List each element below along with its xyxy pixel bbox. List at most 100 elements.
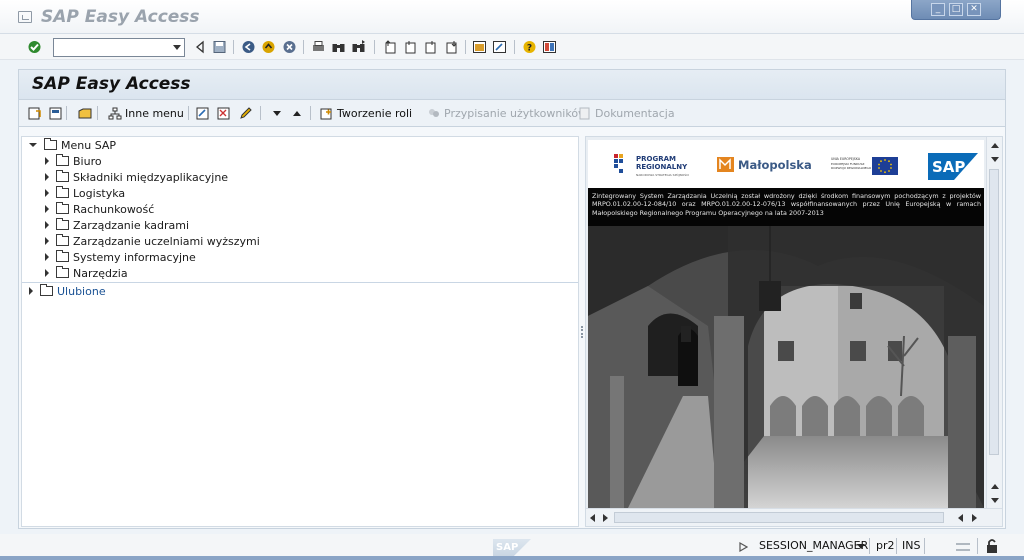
back-nav-icon[interactable] — [241, 40, 256, 54]
expand-icon[interactable] — [45, 269, 49, 277]
play-icon[interactable] — [739, 542, 748, 552]
minimize-button[interactable]: _ — [931, 3, 945, 16]
command-dropdown-icon[interactable] — [173, 45, 181, 50]
logo-strip: PROGRAM REGIONALNY NARODOWA STRATEGIA SP… — [614, 153, 978, 180]
session-dropdown-icon[interactable] — [857, 544, 865, 549]
malopolska-text: Małopolska — [738, 158, 812, 172]
tree-node-university[interactable]: Zarządzanie uczelniami wyższymi — [45, 233, 260, 249]
create-session-icon[interactable] — [472, 40, 487, 54]
previous-page-icon[interactable] — [403, 40, 418, 54]
favorites-button[interactable] — [78, 105, 92, 121]
scroll-down-icon[interactable] — [991, 498, 999, 503]
next-page-icon[interactable] — [423, 40, 438, 54]
first-page-icon[interactable] — [383, 40, 398, 54]
create-role-icon — [320, 108, 332, 119]
main-panel: SAP Easy Access Inne menu Tworzenie roli… — [18, 69, 1006, 529]
input-mode[interactable]: INS — [902, 539, 920, 552]
program-text-1: PROGRAM — [636, 155, 676, 163]
find-icon[interactable] — [331, 40, 346, 54]
tree-node-root[interactable]: Menu SAP — [29, 137, 116, 153]
add-favorite-button[interactable] — [196, 105, 210, 121]
vertical-scrollbar[interactable] — [986, 137, 1002, 508]
maximize-button[interactable]: □ — [949, 3, 963, 16]
delete-favorite-icon — [217, 107, 230, 119]
assign-users-icon — [429, 108, 439, 117]
program-text-2: REGIONALNY — [636, 163, 688, 171]
assign-users-button[interactable]: Przypisanie użytkowników — [427, 105, 587, 121]
folder-icon — [40, 284, 53, 296]
tree-node-biuro[interactable]: Biuro — [45, 153, 102, 169]
move-up-button[interactable] — [290, 105, 304, 121]
user-menu-button[interactable] — [28, 105, 42, 121]
find-next-icon[interactable] — [351, 40, 366, 54]
shortcut-icon[interactable] — [492, 40, 507, 54]
eu-text-1: UNIA EUROPEJSKA — [831, 157, 861, 161]
add-favorite-icon — [196, 107, 209, 119]
window-bottom-edge — [0, 556, 1024, 560]
expand-icon[interactable] — [45, 173, 49, 181]
tree-node-logistics[interactable]: Logistyka — [45, 185, 125, 201]
tree-node-tools[interactable]: Narzędzia — [45, 265, 128, 281]
connection-icon — [956, 543, 970, 551]
page-up-icon[interactable] — [991, 484, 999, 489]
status-bar: SAP SESSION_MANAGER pr2 INS — [0, 534, 1024, 560]
expand-icon[interactable] — [29, 287, 33, 295]
save-icon[interactable] — [212, 40, 227, 54]
lock-icon[interactable] — [985, 538, 999, 554]
expand-icon[interactable] — [45, 221, 49, 229]
system-id: pr2 — [876, 539, 895, 552]
logo-banner: PROGRAM REGIONALNY NARODOWA STRATEGIA SP… — [588, 140, 984, 188]
close-button[interactable]: ✕ — [967, 3, 981, 16]
help-icon[interactable]: ? — [522, 40, 537, 54]
hierarchy-icon — [108, 107, 122, 119]
scroll-left-icon[interactable] — [590, 514, 595, 522]
tree-node-accounting[interactable]: Rachunkowość — [45, 201, 154, 217]
session-name[interactable]: SESSION_MANAGER — [759, 539, 868, 552]
tree-node-favorites[interactable]: Ulubione — [29, 283, 106, 299]
screen-title: SAP Easy Access — [19, 70, 1005, 100]
page-left-icon[interactable] — [958, 514, 963, 522]
horizontal-scrollbar[interactable] — [586, 508, 1002, 526]
last-page-icon[interactable] — [444, 40, 459, 54]
standard-toolbar: ? — [0, 34, 1024, 60]
move-down-button[interactable] — [270, 105, 284, 121]
create-role-button[interactable]: Tworzenie roli — [320, 105, 412, 121]
collapse-icon[interactable] — [29, 143, 37, 147]
page-down-icon[interactable] — [991, 157, 999, 162]
cancel-icon[interactable] — [282, 40, 297, 54]
tree-node-hr[interactable]: Zarządzanie kadrami — [45, 217, 189, 233]
folder-icon — [56, 154, 69, 166]
back-icon[interactable] — [193, 40, 208, 54]
folder-open-icon — [44, 138, 57, 150]
page-right-icon[interactable] — [603, 514, 608, 522]
enter-icon[interactable] — [27, 40, 42, 54]
application-toolbar: Inne menu Tworzenie roli Przypisanie uży… — [19, 100, 1005, 127]
expand-icon[interactable] — [45, 157, 49, 165]
delete-favorite-button[interactable] — [217, 105, 231, 121]
command-field[interactable] — [53, 38, 185, 57]
layout-icon[interactable] — [542, 40, 557, 54]
folder-icon — [56, 170, 69, 182]
courtyard-photo — [588, 226, 984, 508]
tree-node-cross-application[interactable]: Składniki międzyaplikacyjne — [45, 169, 228, 185]
scroll-right-icon[interactable] — [972, 514, 977, 522]
change-favorite-button[interactable] — [239, 105, 253, 121]
horizontal-scroll-thumb[interactable] — [614, 512, 944, 523]
expand-icon[interactable] — [45, 253, 49, 261]
tree-node-info-systems[interactable]: Systemy informacyjne — [45, 249, 196, 265]
folder-icon — [56, 250, 69, 262]
scroll-up-icon[interactable] — [991, 143, 999, 148]
documentation-button[interactable]: Dokumentacja — [578, 105, 675, 121]
menu-tree: Menu SAP Biuro Składniki międzyaplikacyj… — [21, 136, 579, 527]
vertical-scroll-thumb[interactable] — [989, 169, 999, 455]
print-icon[interactable] — [311, 40, 326, 54]
expand-icon[interactable] — [45, 237, 49, 245]
system-menu-icon[interactable] — [18, 11, 32, 23]
exit-icon[interactable] — [261, 40, 276, 54]
expand-icon[interactable] — [45, 205, 49, 213]
other-menu-button[interactable]: Inne menu — [108, 105, 184, 121]
sap-menu-button[interactable] — [49, 105, 63, 121]
expand-icon[interactable] — [45, 189, 49, 197]
eu-text-3: ROZWOJU REGIONALNEGO — [831, 166, 872, 170]
documentation-icon — [579, 107, 590, 119]
